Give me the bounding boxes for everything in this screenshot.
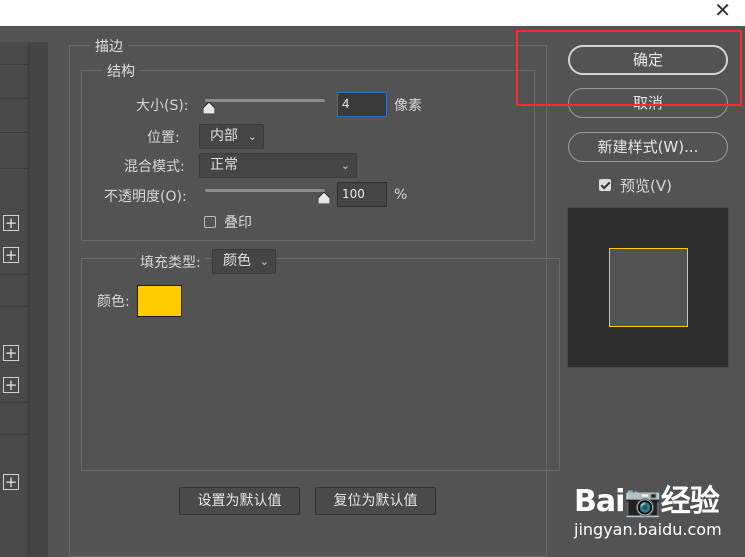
size-unit-label: 像素 [394, 98, 422, 114]
preview-checkbox[interactable] [599, 179, 611, 191]
preview-label: 预览(V) [620, 177, 672, 195]
watermark-url: jingyan.baidu.com [574, 520, 722, 539]
reset-default-button[interactable]: 复位为默认值 [315, 487, 436, 515]
list-divider [0, 274, 28, 275]
opacity-unit-label: % [394, 187, 408, 203]
add-effect-plus-icon[interactable]: + [3, 345, 19, 361]
opacity-input[interactable]: 100 [337, 182, 387, 207]
opacity-slider-thumb[interactable] [318, 192, 330, 204]
chevron-down-icon: ⌄ [340, 159, 350, 172]
structure-title: 结构 [102, 61, 140, 81]
new-style-button[interactable]: 新建样式(W)... [568, 132, 728, 162]
blend-mode-select[interactable]: 正常 ⌄ [199, 153, 357, 178]
highlight-box [516, 30, 742, 106]
overprint-label: 叠印 [224, 215, 252, 231]
watermark: Bai📷经验 jingyan.baidu.com [574, 476, 744, 546]
chevron-down-icon: ⌄ [259, 255, 269, 268]
chevron-down-icon: ⌄ [247, 130, 257, 143]
preview-square [609, 248, 688, 327]
opacity-label: 不透明度(O): [104, 189, 187, 205]
position-select[interactable]: 内部 ⌄ [199, 124, 264, 149]
position-value: 内部 [210, 128, 238, 144]
list-divider [0, 434, 28, 435]
position-label: 位置: [147, 130, 180, 146]
list-divider [0, 132, 28, 133]
size-slider-track[interactable] [205, 99, 325, 102]
style-preview [567, 207, 729, 368]
fill-type-value: 颜色 [223, 253, 251, 269]
watermark-logo: Bai📷经验 [574, 484, 720, 519]
stroke-title: 描边 [90, 36, 128, 56]
fill-type-select[interactable]: 颜色 ⌄ [212, 249, 276, 274]
set-default-button[interactable]: 设置为默认值 [179, 487, 300, 515]
list-divider [0, 402, 28, 403]
color-swatch[interactable] [137, 285, 182, 317]
list-divider [0, 98, 28, 99]
add-effect-plus-icon[interactable]: + [3, 215, 19, 231]
color-label: 颜色: [97, 294, 130, 310]
list-scrollbar[interactable] [28, 42, 48, 557]
size-label: 大小(S): [136, 98, 189, 114]
blend-mode-label: 混合模式: [124, 159, 185, 175]
list-divider [0, 306, 28, 307]
opacity-slider-track[interactable] [205, 189, 325, 192]
add-effect-plus-icon[interactable]: + [3, 474, 19, 490]
size-input[interactable]: 4 [337, 92, 387, 117]
add-effect-plus-icon[interactable]: + [3, 247, 19, 263]
title-bar: ✕ [0, 0, 745, 26]
fill-type-label: 填充类型: [136, 252, 205, 272]
list-divider [0, 168, 28, 169]
add-effect-plus-icon[interactable]: + [3, 377, 19, 393]
style-list-panel: + + + + + [0, 42, 48, 557]
blend-mode-value: 正常 [210, 157, 238, 173]
size-slider-thumb[interactable] [203, 102, 215, 114]
close-icon[interactable]: ✕ [714, 0, 731, 22]
overprint-checkbox[interactable] [204, 216, 216, 228]
list-divider [0, 64, 28, 65]
